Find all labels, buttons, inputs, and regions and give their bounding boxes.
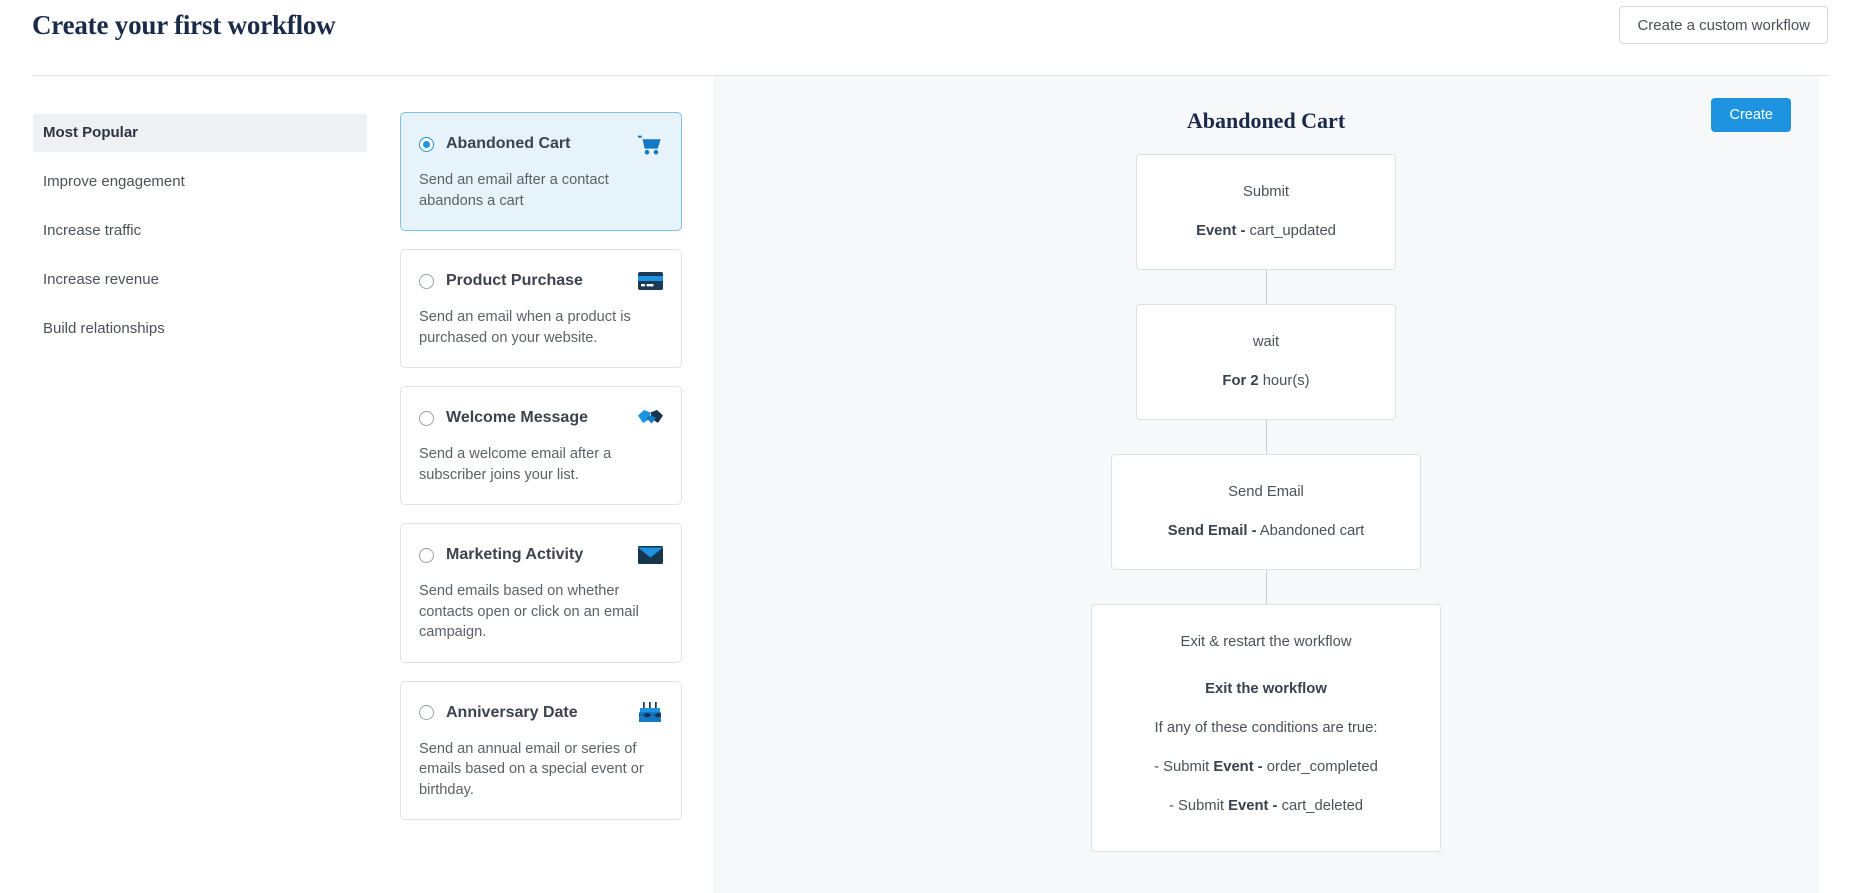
card-header: Welcome Message [419, 406, 663, 430]
condition-prefix: - Submit [1154, 759, 1213, 775]
sidebar-item-improve-engagement[interactable]: Improve engagement [33, 163, 367, 201]
workflow-node-submit[interactable]: Submit Event - cart_updated [1136, 154, 1396, 270]
node-detail-rest: Abandoned cart [1257, 523, 1365, 539]
node-detail-bold: Send Email - [1168, 523, 1257, 539]
sidebar-item-increase-revenue[interactable]: Increase revenue [33, 261, 367, 299]
connector-line [1266, 270, 1267, 304]
sidebar-item-build-relationships[interactable]: Build relationships [33, 310, 367, 348]
category-sidebar: Most Popular Improve engagement Increase… [0, 76, 400, 893]
sidebar-item-increase-traffic[interactable]: Increase traffic [33, 212, 367, 250]
radio-marketing-activity[interactable] [419, 548, 434, 563]
sidebar-item-most-popular[interactable]: Most Popular [33, 114, 367, 152]
connector-line [1266, 570, 1267, 604]
radio-product-purchase[interactable] [419, 274, 434, 289]
workflow-diagram: Submit Event - cart_updated wait For 2 h… [713, 154, 1819, 852]
template-card-welcome-message[interactable]: Welcome Message Send a welcome email aft… [400, 386, 682, 505]
exit-node-condition-intro: If any of these conditions are true: [1106, 718, 1426, 739]
card-title: Marketing Activity [446, 545, 625, 565]
template-card-marketing-activity[interactable]: Marketing Activity Send emails based on … [400, 523, 682, 663]
card-header: Anniversary Date [419, 701, 663, 725]
radio-abandoned-cart[interactable] [419, 137, 434, 152]
birthday-cake-icon [637, 701, 663, 725]
exit-node-subheading: Exit the workflow [1106, 679, 1426, 700]
handshake-icon [637, 406, 663, 430]
page-header: Create your first workflow Create a cust… [0, 0, 1860, 76]
card-header: Product Purchase [419, 269, 663, 293]
template-card-anniversary-date[interactable]: Anniversary Date Send an annual email or… [400, 681, 682, 821]
node-detail-label: For 2 hour(s) [1151, 371, 1381, 392]
node-type-label: wait [1151, 332, 1381, 353]
page-title: Create your first workflow [32, 10, 335, 41]
exit-node-condition: - Submit Event - order_completed [1106, 757, 1426, 778]
template-card-list: Abandoned Cart Send an email after a con… [400, 76, 690, 893]
envelope-icon [637, 543, 663, 567]
exit-node-heading: Exit & restart the workflow [1106, 632, 1426, 653]
card-description: Send an annual email or series of emails… [419, 739, 663, 801]
template-card-abandoned-cart[interactable]: Abandoned Cart Send an email after a con… [400, 112, 682, 231]
card-title: Welcome Message [446, 408, 625, 428]
condition-prefix: - Submit [1169, 798, 1228, 814]
card-description: Send a welcome email after a subscriber … [419, 444, 663, 485]
card-title: Anniversary Date [446, 703, 625, 723]
card-title: Product Purchase [446, 271, 625, 291]
template-card-product-purchase[interactable]: Product Purchase Send an email when a pr… [400, 249, 682, 368]
condition-rest: order_completed [1263, 759, 1378, 775]
preview-title: Abandoned Cart [713, 98, 1819, 136]
condition-rest: cart_deleted [1277, 798, 1363, 814]
card-title: Abandoned Cart [446, 134, 625, 154]
condition-bold: Event - [1228, 798, 1277, 814]
exit-node-condition: - Submit Event - cart_deleted [1106, 796, 1426, 817]
workflow-preview-panel: Abandoned Cart Create Submit Event - car… [713, 76, 1819, 893]
connector-line [1266, 420, 1267, 454]
node-detail-bold: Event - [1196, 223, 1245, 239]
create-custom-workflow-button[interactable]: Create a custom workflow [1619, 6, 1828, 44]
create-button[interactable]: Create [1711, 98, 1791, 132]
workflow-node-wait[interactable]: wait For 2 hour(s) [1136, 304, 1396, 420]
node-detail-rest: cart_updated [1245, 223, 1336, 239]
card-description: Send an email after a contact abandons a… [419, 170, 663, 211]
card-description: Send emails based on whether contacts op… [419, 581, 663, 643]
workflow-node-exit-restart[interactable]: Exit & restart the workflow Exit the wor… [1091, 604, 1441, 852]
card-header: Marketing Activity [419, 543, 663, 567]
card-description: Send an email when a product is purchase… [419, 307, 663, 348]
node-detail-label: Event - cart_updated [1151, 221, 1381, 242]
main-content: Most Popular Improve engagement Increase… [0, 76, 1860, 893]
node-type-label: Send Email [1126, 482, 1406, 503]
radio-welcome-message[interactable] [419, 411, 434, 426]
credit-card-icon [637, 269, 663, 293]
condition-bold: Event - [1213, 759, 1262, 775]
node-detail-rest: hour(s) [1259, 373, 1310, 389]
card-header: Abandoned Cart [419, 132, 663, 156]
shopping-cart-icon [637, 132, 663, 156]
exit-node-subheading-text: Exit the workflow [1205, 681, 1327, 697]
radio-anniversary-date[interactable] [419, 705, 434, 720]
node-type-label: Submit [1151, 182, 1381, 203]
node-detail-bold: For 2 [1222, 373, 1258, 389]
node-detail-label: Send Email - Abandoned cart [1126, 521, 1406, 542]
workflow-node-send-email[interactable]: Send Email Send Email - Abandoned cart [1111, 454, 1421, 570]
